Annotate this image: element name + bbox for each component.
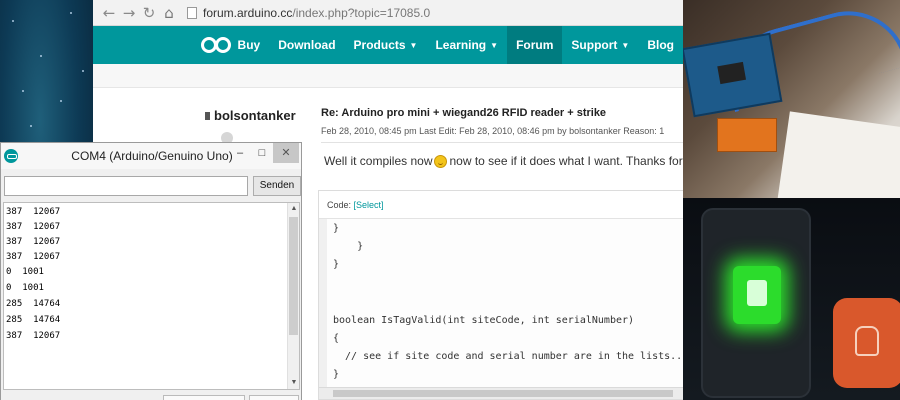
- output-line: 285 14764: [6, 299, 61, 309]
- output-vertical-scrollbar[interactable]: ▲ ▼: [287, 203, 299, 389]
- post-body-start: Well it compiles now: [324, 154, 433, 168]
- scroll-up-icon[interactable]: ▲: [288, 203, 299, 215]
- back-arrow-icon[interactable]: ←: [99, 4, 119, 22]
- code-line: }: [333, 369, 340, 380]
- code-block: Code: [Select] } } } boolean IsTagValid(…: [318, 190, 683, 400]
- user-status-icon: [205, 111, 210, 120]
- nav-download[interactable]: Download: [269, 26, 344, 64]
- post-author[interactable]: bolsontanker: [205, 108, 296, 123]
- arduino-logo-icon[interactable]: [201, 34, 231, 56]
- author-name: bolsontanker: [214, 108, 296, 123]
- close-icon[interactable]: ✕: [273, 143, 299, 163]
- code-line: // see if site code and serial number ar…: [333, 351, 683, 362]
- nav-blog[interactable]: Blog: [638, 26, 683, 64]
- home-icon[interactable]: ⌂: [159, 4, 179, 22]
- forward-arrow-icon[interactable]: →: [119, 4, 139, 22]
- nav-products[interactable]: Products ▼: [345, 26, 427, 64]
- paper-sheet: [777, 111, 900, 198]
- code-select-link[interactable]: [Select]: [354, 200, 384, 210]
- line-ending-select[interactable]: [163, 395, 245, 400]
- site-navigation: Buy Download Products ▼ Learning ▼ Forum S…: [93, 26, 683, 64]
- send-button[interactable]: Senden: [253, 176, 301, 196]
- chevron-down-icon: ▼: [490, 40, 499, 50]
- baud-rate-select[interactable]: [249, 395, 299, 400]
- nav-buy[interactable]: Buy: [229, 26, 270, 64]
- code-line: boolean IsTagValid(int siteCode, int ser…: [333, 315, 635, 326]
- smiley-icon: [434, 154, 448, 168]
- scrollbar-thumb[interactable]: [289, 217, 298, 335]
- url-path: /index.php?topic=17085.0: [292, 5, 431, 20]
- scroll-down-icon[interactable]: ▼: [288, 377, 299, 389]
- post-meta: Feb 28, 2010, 08:45 pm Last Edit: Feb 28…: [321, 126, 665, 136]
- send-row: Senden: [4, 176, 301, 196]
- code-header: Code: [Select]: [319, 191, 683, 219]
- minimize-icon[interactable]: –: [229, 143, 251, 163]
- post-body-end: now to see if it does what I want. Thank…: [449, 154, 683, 168]
- code-line: {: [333, 333, 340, 344]
- orange-keypad: [833, 298, 900, 388]
- touch-icon: [855, 326, 879, 356]
- forum-subbar: [93, 64, 683, 88]
- terminal-block: [717, 118, 777, 152]
- serial-monitor-window: COM4 (Arduino/Genuino Uno) – □ ✕ Senden …: [0, 142, 302, 400]
- serial-title-bar[interactable]: COM4 (Arduino/Genuino Uno) – □ ✕: [1, 143, 301, 169]
- divider: [321, 142, 683, 143]
- url-domain: forum.arduino.cc: [203, 5, 293, 20]
- code-label: Code:: [327, 200, 352, 210]
- fingerprint-sensor-glow: [733, 266, 781, 324]
- output-line: 0 1001: [6, 283, 44, 293]
- serial-bottom-bar: [1, 393, 301, 400]
- arduino-board-photo: [683, 0, 900, 198]
- code-line: }: [333, 259, 340, 270]
- output-line: 387 12067: [6, 237, 61, 247]
- scrollbar-thumb[interactable]: [333, 390, 673, 397]
- page-icon: [187, 6, 197, 19]
- code-horizontal-scrollbar[interactable]: [319, 387, 683, 399]
- output-line: 387 12067: [6, 331, 61, 341]
- output-line: 387 12067: [6, 207, 61, 217]
- code-content: } } } boolean IsTagValid(int siteCode, i…: [319, 219, 683, 389]
- chevron-down-icon: ▼: [621, 40, 630, 50]
- nav-learning[interactable]: Learning ▼: [426, 26, 507, 64]
- nav-support[interactable]: Support ▼: [562, 26, 638, 64]
- post-title[interactable]: Re: Arduino pro mini + wiegand26 RFID re…: [321, 107, 606, 119]
- code-line: }: [333, 223, 340, 234]
- window-controls: – □ ✕: [229, 143, 299, 163]
- post-body: Well it compiles now now to see if it do…: [324, 154, 683, 168]
- arduino-board: [683, 32, 783, 118]
- output-line: 285 14764: [6, 315, 61, 325]
- output-line: 387 12067: [6, 252, 61, 262]
- output-line: 0 1001: [6, 267, 44, 277]
- nav-forum[interactable]: Forum: [507, 26, 563, 64]
- reload-icon[interactable]: ↻: [139, 4, 159, 22]
- url-field[interactable]: forum.arduino.cc /index.php?topic=17085.…: [187, 6, 430, 20]
- maximize-icon[interactable]: □: [251, 143, 273, 163]
- serial-input[interactable]: [4, 176, 248, 196]
- chevron-down-icon: ▼: [409, 40, 418, 50]
- address-bar: ← → ↻ ⌂ forum.arduino.cc /index.php?topi…: [93, 0, 683, 26]
- fingerprint-reader-photo: [683, 198, 900, 400]
- code-line: }: [333, 241, 364, 252]
- reader-device: [701, 208, 811, 398]
- serial-output: 387 12067 387 12067 387 12067 387 12067 …: [3, 202, 300, 390]
- output-line: 387 12067: [6, 222, 61, 232]
